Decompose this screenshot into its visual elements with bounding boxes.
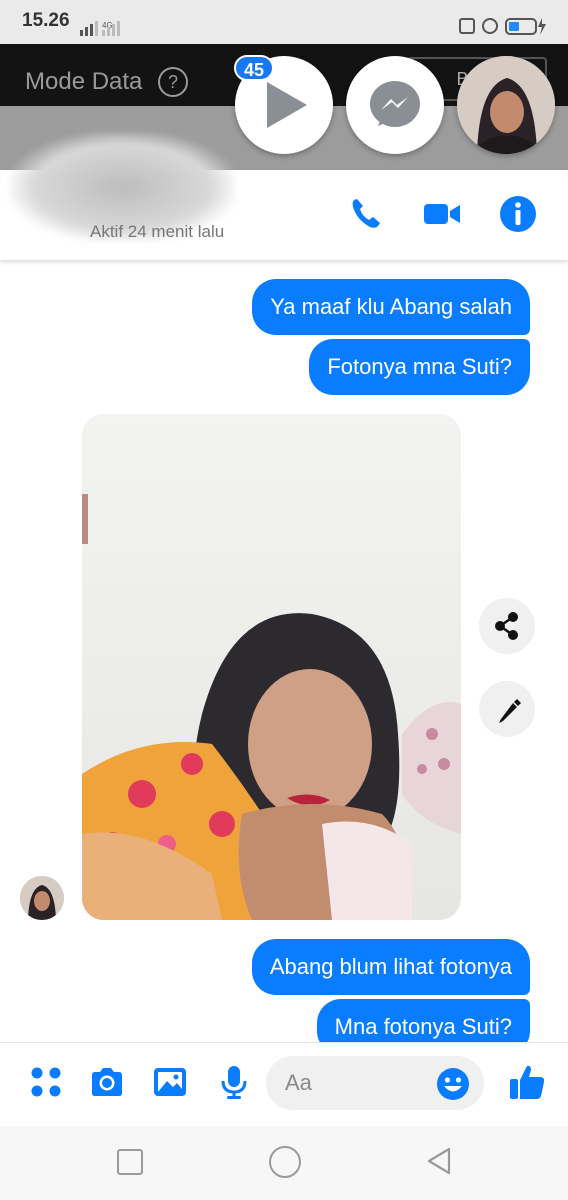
share-icon (495, 612, 518, 640)
share-button[interactable] (479, 598, 535, 654)
status-right-icons (459, 18, 546, 35)
contact-avatar-image (20, 876, 64, 920)
video-camera-icon[interactable] (422, 194, 462, 234)
contact-chat-head[interactable] (457, 56, 555, 154)
apps-icon[interactable] (28, 1064, 64, 1100)
recent-apps-button[interactable] (117, 1149, 143, 1175)
selfie-photo-image (82, 414, 461, 920)
status-time: 15.26 (22, 10, 70, 31)
active-status: Aktif 24 menit lalu (90, 222, 225, 241)
microphone-icon[interactable] (216, 1064, 252, 1100)
home-button[interactable] (269, 1146, 301, 1178)
charging-icon (538, 18, 546, 35)
outgoing-message[interactable]: Ya maaf klu Abang salah (252, 279, 530, 335)
thumbs-up-icon[interactable] (507, 1062, 547, 1102)
mode-data-title: Mode Data (25, 68, 143, 95)
message-input-placeholder: Aa (285, 1070, 312, 1095)
outgoing-message[interactable]: Abang blum lihat fotonya (251, 939, 530, 995)
sender-avatar[interactable] (20, 876, 64, 920)
messenger-chat-head[interactable] (346, 56, 444, 154)
phone-icon[interactable] (346, 194, 386, 234)
edit-button[interactable] (479, 681, 535, 737)
unread-badge: 45 (234, 55, 274, 81)
messenger-icon (370, 81, 420, 127)
help-icon[interactable]: ? (158, 67, 188, 97)
contact-avatar-image (457, 56, 555, 154)
camera-icon[interactable] (89, 1064, 125, 1100)
pencil-icon (499, 699, 521, 723)
info-icon[interactable] (498, 194, 538, 234)
signal-icon: 4G (80, 21, 120, 36)
vibrate-icon (459, 18, 475, 34)
outgoing-message[interactable]: Fotonya mna Suti? (309, 339, 530, 395)
image-icon[interactable] (152, 1064, 188, 1100)
photo-message[interactable] (82, 414, 461, 920)
back-button[interactable] (425, 1147, 453, 1175)
emoji-icon[interactable] (435, 1066, 471, 1102)
rotation-lock-icon (482, 18, 498, 34)
